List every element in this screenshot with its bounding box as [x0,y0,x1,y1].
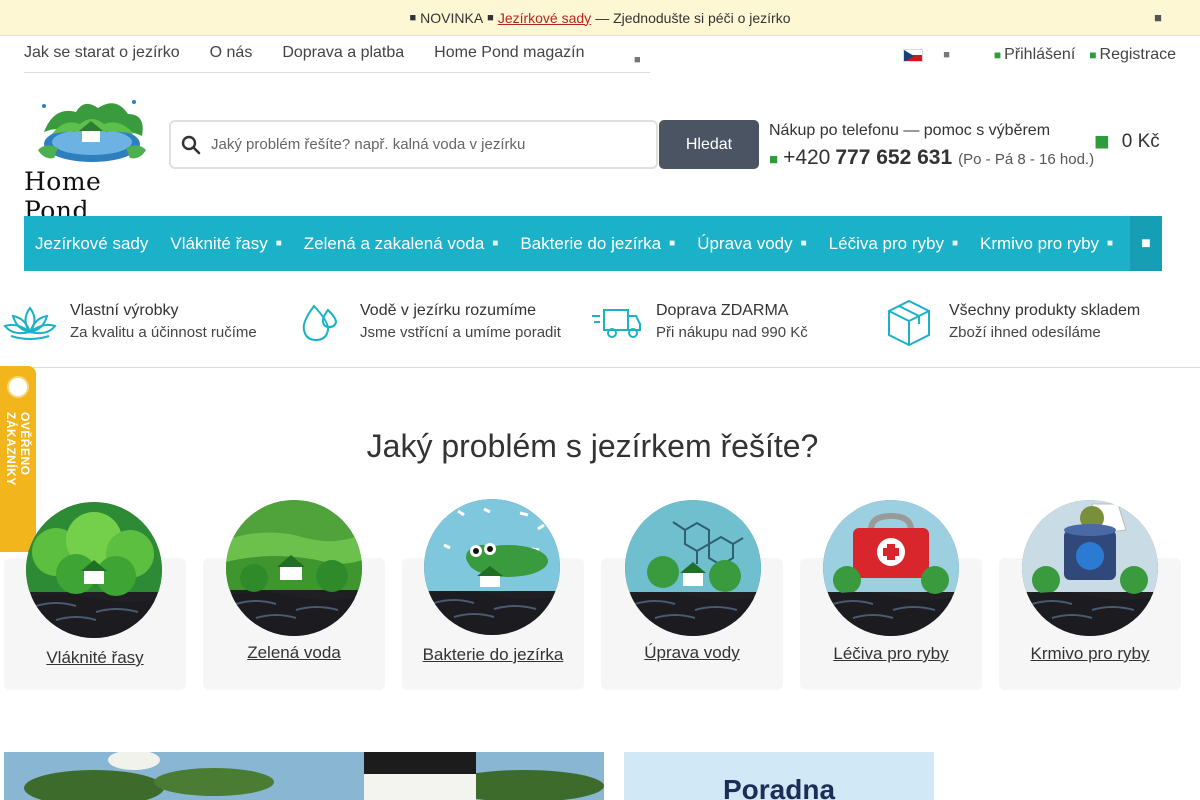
search-input[interactable] [211,136,651,153]
menu-item-algae[interactable]: Vláknité řasy ■ [159,234,292,254]
account-bar: ■ ■ Přihlášení ■ Registrace [903,46,1176,64]
star-icon: ■ [487,11,494,24]
czech-flag-icon[interactable] [903,48,924,62]
menu-item-water-treatment[interactable]: Úprava vody ■ [686,234,817,254]
water-treatment-pond-icon[interactable] [625,500,761,636]
benefit-text: Za kvalitu a účinnost ručíme [70,324,257,341]
green-water-pond-icon[interactable] [226,500,362,636]
water-drops-icon [292,296,348,348]
benefit-title: Vodě v jezírku rozumíme [360,302,537,319]
user-icon: ■ [993,48,1002,62]
cart-value: 0 Kč [1121,130,1160,152]
category-label[interactable]: Zelená voda [203,643,385,663]
water-lily-image [4,752,604,800]
announcement-suffix: — Zjednodušte si péči o jezírko [595,9,791,26]
main-menu: Jezírkové sady Vláknité řasy ■ Zelená a … [24,216,1162,271]
search-icon [171,135,211,155]
benefit-water-expertise: Vodě v jezírku rozumíme Jsme vstřícní a … [292,296,561,348]
register-label: Registrace [1099,46,1176,63]
benefit-text: Jsme vstřícní a umíme poradit [360,324,561,341]
menu-item-label: Úprava vody [697,233,793,253]
menu-item-fish-medicine[interactable]: Léčiva pro ryby ■ [818,234,969,254]
phone-hours: (Po - Pá 8 - 16 hod.) [958,151,1095,168]
phone-number-row[interactable]: ■ +420 777 652 631 (Po - Pá 8 - 16 hod.) [769,146,1099,170]
menu-item-label: Vláknité řasy [170,233,268,253]
cart-icon: ■ [1094,126,1110,156]
advice-banner[interactable]: Poradna [624,752,934,800]
chevron-down-icon: ■ [800,238,807,249]
chevron-down-icon: ■ [275,238,282,249]
top-navigation: Jak se starat o jezírko O nás Doprava a … [24,44,650,73]
category-label[interactable]: Úprava vody [601,643,783,663]
menu-item-label: Léčiva pro ryby [828,233,944,253]
phone-contact: Nákup po telefonu — pomoc s výběrem ■ +4… [769,122,1099,170]
search-button[interactable]: Hledat [659,120,759,169]
menu-item-green-water[interactable]: Zelená a zakalená voda ■ [293,234,510,254]
benefit-text: Při nákupu nad 990 Kč [656,324,808,341]
login-label: Přihlášení [1004,46,1076,63]
announcement-prefix: NOVINKA [420,9,484,26]
benefit-free-shipping: Doprava ZDARMA Při nákupu nad 990 Kč [588,296,808,348]
search-box [169,120,658,169]
announcement-bar: ■ NOVINKA ■ Jezírkové sady — Zjednodušte… [0,0,1200,36]
cart-button[interactable]: ■ 0 Kč [1094,126,1160,157]
category-label[interactable]: Krmivo pro ryby [999,644,1181,664]
topnav-link-magazine[interactable]: Home Pond magazín [434,44,584,62]
close-icon[interactable]: ■ [1154,10,1162,25]
bacteria-pond-icon[interactable] [424,499,560,635]
menu-item-label: Bakterie do jezírka [520,233,662,253]
benefit-own-products: Vlastní výrobky Za kvalitu a účinnost ru… [2,296,257,348]
category-label[interactable]: Léčiva pro ryby [800,644,982,664]
promo-banner-left[interactable] [4,752,604,800]
register-link[interactable]: ■ Registrace [1089,46,1176,64]
topnav-link-shipping[interactable]: Doprava a platba [282,44,404,62]
topnav-link-care[interactable]: Jak se starat o jezírko [24,44,180,62]
register-icon: ■ [1089,48,1097,62]
chevron-down-icon: ■ [669,238,676,249]
phone-icon: ■ [769,151,779,168]
star-icon: ■ [409,11,417,24]
phone-number: 777 652 631 [835,146,953,169]
verified-badge-icon [7,376,29,398]
benefit-title: Vlastní výrobky [70,302,179,319]
lotus-icon [2,296,58,348]
problem-heading: Jaký problém s jezírkem řešíte? [366,428,819,464]
phone-label: Nákup po telefonu — pomoc s výběrem [769,122,1051,139]
menu-item-pond-sets[interactable]: Jezírkové sady [24,234,159,254]
benefit-text: Zboží ihned odesíláme [949,324,1101,341]
advice-banner-title: Poradna [722,774,836,800]
benefit-title: Všechny produkty skladem [949,302,1141,319]
menu-item-label: Krmivo pro ryby [980,233,1100,253]
menu-item-label: Zelená a zakalená voda [303,233,485,253]
delivery-truck-icon [588,296,644,348]
menu-item-fish-food[interactable]: Krmivo pro ryby ■ [969,234,1124,254]
announcement-link[interactable]: Jezírkové sady [498,10,591,26]
category-label[interactable]: Vláknité řasy [4,648,186,668]
topnav-link-about[interactable]: O nás [210,44,253,62]
chevron-down-icon: ■ [951,238,958,249]
chevron-down-icon[interactable]: ■ [634,54,641,66]
chevron-down-icon: ■ [492,238,499,249]
menu-item-bacteria[interactable]: Bakterie do jezírka ■ [509,234,686,254]
fish-medicine-pond-icon[interactable] [823,500,959,636]
fish-food-pond-icon[interactable] [1022,500,1158,636]
category-label[interactable]: Bakterie do jezírka [402,645,584,665]
benefits-strip: Vlastní výrobky Za kvalitu a účinnost ru… [0,272,1200,368]
algae-pond-icon[interactable] [26,502,162,638]
menu-more-icon[interactable]: ■ [1130,216,1162,271]
menu-item-label: Jezírkové sady [35,233,149,253]
chevron-down-icon[interactable]: ■ [943,49,950,61]
package-box-icon [881,296,937,348]
phone-prefix: +420 [783,146,831,169]
benefit-in-stock: Všechny produkty skladem Zboží ihned ode… [881,296,1140,348]
chevron-down-icon: ■ [1107,238,1114,249]
login-link[interactable]: ■ Přihlášení [994,46,1075,64]
benefit-title: Doprava ZDARMA [656,302,789,319]
